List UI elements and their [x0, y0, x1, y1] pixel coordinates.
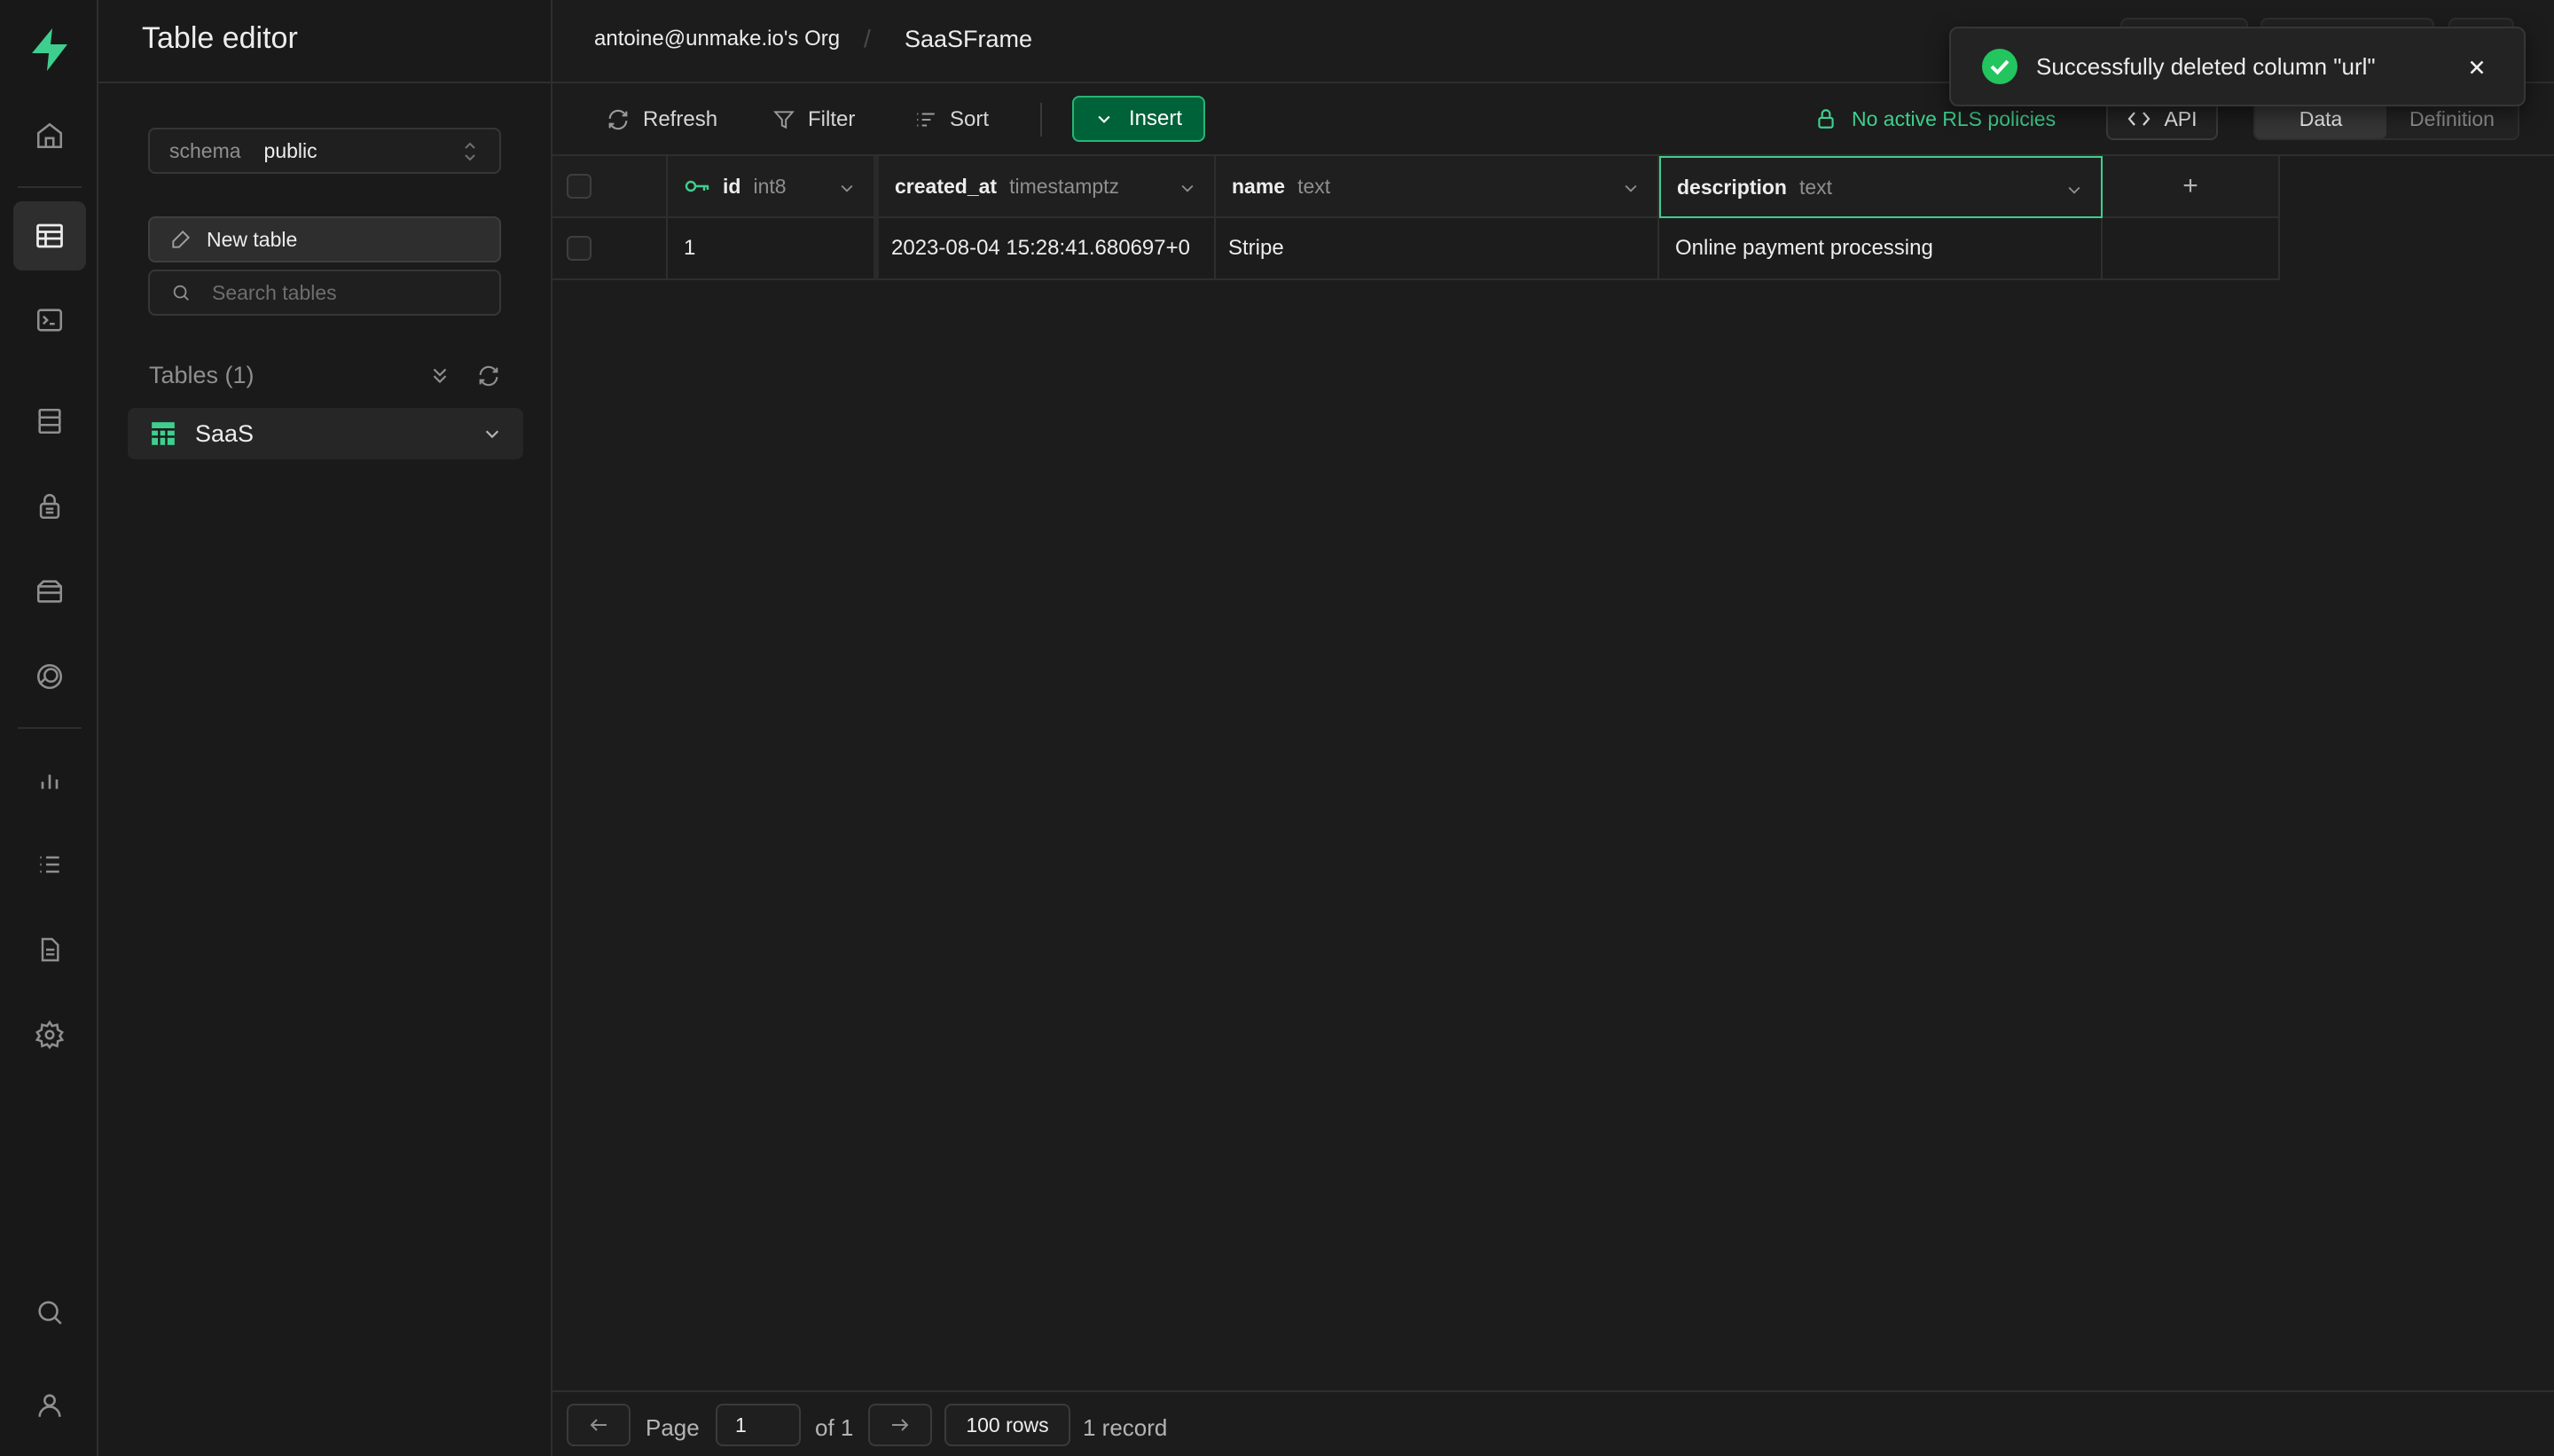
search-tables-field[interactable] [148, 270, 501, 316]
sort-label: Sort [950, 107, 990, 131]
record-count: 1 record [1083, 1414, 1168, 1441]
supabase-logo-icon[interactable] [25, 25, 74, 74]
sql-editor-icon[interactable] [13, 286, 86, 355]
cell-id[interactable]: 1 [668, 218, 879, 280]
sidebar-header: Table editor [98, 0, 551, 83]
new-table-label: New table [207, 227, 298, 251]
column-type: timestamptz [1009, 174, 1120, 198]
plus-icon: + [2182, 171, 2198, 200]
insert-label: Insert [1128, 106, 1183, 130]
column-type: text [1798, 175, 1833, 199]
new-table-button[interactable]: New table [148, 216, 501, 262]
breadcrumb-org[interactable]: antoine@unmake.io's Org [594, 27, 840, 51]
chevron-down-icon [1095, 110, 1129, 128]
select-all-cell [552, 156, 668, 218]
column-header-description[interactable]: description text [1659, 156, 2103, 218]
arrow-right-icon [889, 1416, 911, 1434]
lock-icon [1814, 106, 1852, 131]
table-grid-icon [151, 421, 176, 446]
cell-empty [2103, 218, 2280, 280]
rls-label: No active RLS policies [1852, 106, 2057, 130]
storage-icon[interactable] [13, 557, 86, 626]
settings-icon[interactable] [13, 1000, 86, 1069]
close-icon[interactable] [2465, 56, 2488, 79]
reports-icon[interactable] [13, 745, 86, 814]
search-icon[interactable] [13, 1278, 86, 1347]
column-name: created_at [895, 174, 998, 198]
grid-footer: Page 1 of 1 100 rows 1 record [552, 1390, 2554, 1456]
column-type: text [1297, 174, 1331, 198]
schema-label: schema [169, 138, 241, 162]
chevron-down-icon[interactable] [482, 424, 502, 443]
success-toast: Successfully deleted column "url" [1949, 27, 2526, 106]
page-count: of 1 [815, 1414, 854, 1441]
column-header-created-at[interactable]: created_at timestamptz [879, 156, 1216, 218]
previous-page-button[interactable] [567, 1404, 631, 1446]
toolbar-divider [1040, 103, 1042, 137]
sort-button[interactable]: Sort [914, 99, 989, 140]
chevron-down-icon[interactable] [1622, 179, 1640, 197]
auth-icon[interactable] [13, 472, 86, 541]
api-label: API [2164, 106, 2198, 130]
column-header-name[interactable]: name text [1216, 156, 1659, 218]
column-type: int8 [753, 174, 787, 198]
filter-button[interactable]: Filter [772, 99, 855, 140]
search-icon [171, 283, 191, 302]
code-icon [2127, 108, 2164, 129]
toast-message: Successfully deleted column "url" [2036, 52, 2376, 80]
breadcrumb-separator: / [864, 25, 871, 52]
column-name: id [723, 174, 741, 198]
next-page-button[interactable] [868, 1404, 932, 1446]
schema-select[interactable]: schema public [148, 128, 501, 174]
page-label: Page [646, 1414, 700, 1441]
nav-rail [0, 0, 98, 1456]
refresh-button[interactable]: Refresh [606, 99, 717, 140]
select-all-checkbox[interactable] [567, 174, 591, 199]
sort-icon [914, 108, 950, 131]
primary-key-icon [684, 177, 710, 195]
tables-heading: Tables (1) [149, 362, 255, 388]
cell-description[interactable]: Online payment processing [1659, 218, 2103, 280]
logs-icon[interactable] [13, 830, 86, 899]
sidebar-title: Table editor [142, 21, 298, 55]
table-name: SaaS [195, 419, 255, 447]
row-select-cell [552, 218, 668, 280]
cell-name[interactable]: Stripe [1216, 218, 1659, 280]
chevron-up-down-icon [460, 139, 480, 164]
refresh-icon [606, 107, 643, 132]
api-docs-icon[interactable] [13, 915, 86, 984]
database-icon[interactable] [13, 387, 86, 456]
schema-value: public [263, 138, 317, 162]
user-icon[interactable] [13, 1371, 86, 1440]
add-column-button[interactable]: + [2103, 156, 2280, 218]
cell-created-at[interactable]: 2023-08-04 15:28:41.680697+0 [879, 218, 1216, 280]
breadcrumb-project[interactable]: SaaSFrame [905, 26, 1032, 53]
check-circle-icon [1981, 48, 2018, 85]
search-tables-input[interactable] [212, 280, 496, 305]
filter-label: Filter [808, 107, 856, 131]
arrow-left-icon [588, 1416, 609, 1434]
table-editor-icon[interactable] [13, 201, 86, 270]
edit-icon [169, 228, 207, 251]
table-editor-sidebar: Table editor schema public New table Tab… [98, 0, 552, 1456]
realtime-icon[interactable] [13, 642, 86, 711]
chevron-down-icon[interactable] [838, 179, 856, 197]
column-header-id[interactable]: id int8 [668, 156, 879, 218]
row-checkbox[interactable] [567, 236, 591, 261]
insert-button[interactable]: Insert [1072, 96, 1205, 142]
refresh-tables-icon[interactable] [476, 364, 501, 388]
rls-policies-link[interactable]: No active RLS policies [1814, 106, 2056, 131]
chevron-down-icon[interactable] [2065, 181, 2083, 199]
column-name: description [1677, 175, 1787, 199]
refresh-label: Refresh [643, 107, 718, 131]
page-number-input[interactable]: 1 [716, 1404, 801, 1446]
table-item-saas[interactable]: SaaS [128, 408, 523, 459]
chevron-down-icon[interactable] [1179, 179, 1196, 197]
filter-icon [772, 108, 808, 131]
rows-per-page-select[interactable]: 100 rows [944, 1404, 1070, 1446]
column-name: name [1232, 174, 1286, 198]
home-icon[interactable] [13, 101, 86, 170]
collapse-all-icon[interactable] [428, 364, 451, 387]
